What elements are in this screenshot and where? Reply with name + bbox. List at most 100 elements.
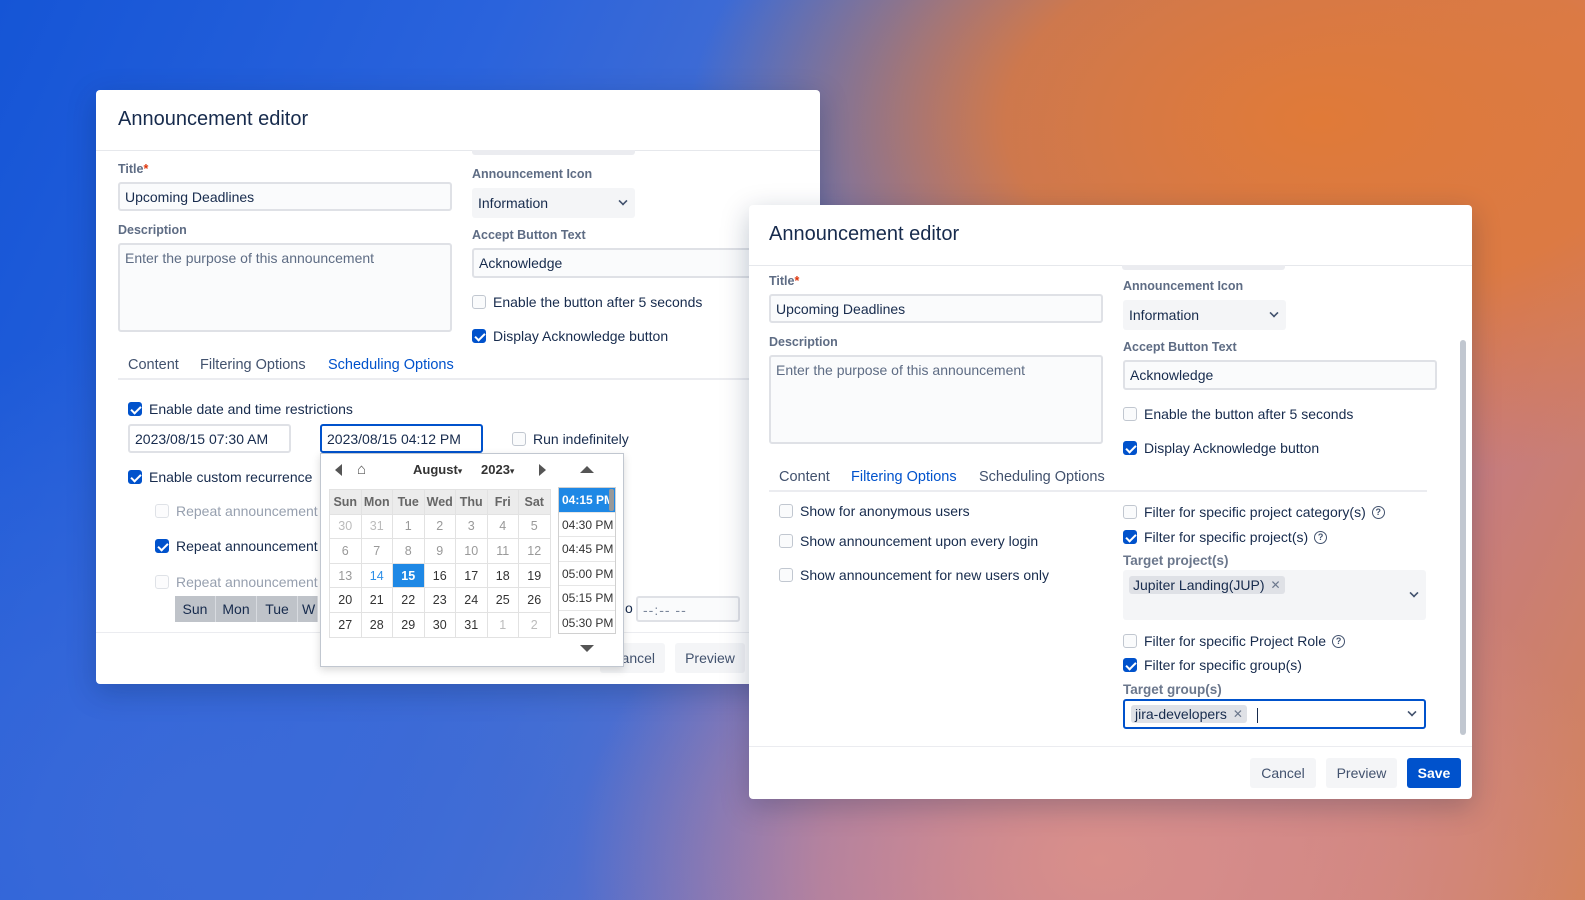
start-date-input[interactable]: 2023/08/15 07:30 AM — [128, 424, 291, 453]
title-input[interactable]: Upcoming Deadlines — [769, 294, 1103, 323]
cancel-button[interactable]: Cancel — [1250, 758, 1316, 788]
help-icon[interactable]: ? — [1332, 634, 1346, 648]
anonymous-users-checkbox[interactable]: Show for anonymous users — [779, 503, 970, 519]
calendar-day[interactable]: 11 — [486, 538, 519, 564]
repeat-option-3[interactable]: Repeat announcement — [155, 574, 318, 590]
home-icon[interactable]: ⌂ — [357, 461, 366, 478]
remove-tag-icon[interactable]: ✕ — [1271, 577, 1281, 593]
year-selector[interactable]: 2023▾ — [481, 462, 514, 477]
help-icon[interactable]: ? — [1314, 530, 1328, 544]
month-selector[interactable]: August▾ — [413, 462, 462, 477]
time-scroll-down-icon[interactable] — [580, 645, 594, 652]
calendar-day[interactable]: 27 — [329, 611, 362, 638]
title-input[interactable]: Upcoming Deadlines — [118, 182, 452, 211]
preview-button[interactable]: Preview — [675, 643, 745, 673]
filter-group-checkbox[interactable]: Filter for specific group(s) — [1123, 657, 1302, 673]
calendar-day[interactable]: 9 — [423, 538, 456, 564]
tab-scheduling[interactable]: Scheduling Options — [328, 357, 454, 380]
calendar-day[interactable]: 12 — [518, 538, 551, 564]
calendar-day[interactable]: 23 — [423, 587, 456, 613]
calendar-day[interactable]: 7 — [360, 538, 393, 564]
description-textarea[interactable]: Enter the purpose of this announcement — [118, 243, 452, 332]
calendar-day[interactable]: 2 — [518, 611, 551, 638]
calendar-day[interactable]: 1 — [486, 611, 519, 638]
announcement-icon-select[interactable]: Information — [472, 188, 635, 218]
display-ack-checkbox[interactable]: Display Acknowledge button — [472, 328, 668, 344]
time-option[interactable]: 04:45 PM — [559, 537, 615, 562]
prev-month-icon[interactable] — [335, 464, 342, 476]
calendar-day[interactable]: 15 — [392, 562, 425, 589]
calendar-day[interactable]: 26 — [518, 587, 551, 613]
time-option[interactable]: 04:15 PM — [559, 488, 615, 513]
accept-button-input[interactable]: Acknowledge — [1123, 360, 1437, 390]
tab-filtering[interactable]: Filtering Options — [851, 469, 957, 492]
enable-recurrence-checkbox[interactable]: Enable custom recurrence — [128, 469, 312, 485]
calendar-day[interactable]: 6 — [329, 538, 362, 564]
calendar-day[interactable]: 30 — [423, 611, 456, 638]
calendar-day[interactable]: 2 — [423, 513, 456, 540]
description-textarea[interactable]: Enter the purpose of this announcement — [769, 355, 1103, 444]
calendar-day[interactable]: 3 — [455, 513, 488, 540]
calendar-day[interactable]: 31 — [455, 611, 488, 638]
enable-after-checkbox[interactable]: Enable the button after 5 seconds — [472, 294, 702, 310]
preview-button[interactable]: Preview — [1326, 758, 1397, 788]
repeat-option-2[interactable]: Repeat announcement — [155, 538, 318, 554]
remove-tag-icon[interactable]: ✕ — [1233, 706, 1243, 722]
calendar-day[interactable]: 1 — [392, 513, 425, 540]
calendar-day[interactable]: 4 — [486, 513, 519, 540]
tab-content[interactable]: Content — [128, 357, 179, 373]
target-projects-select[interactable]: Jupiter Landing(JUP) ✕ — [1123, 570, 1426, 620]
calendar-day[interactable]: 25 — [486, 587, 519, 613]
calendar-day[interactable]: 21 — [360, 587, 393, 613]
dialog-scrollbar-thumb[interactable] — [1460, 340, 1466, 735]
calendar-day[interactable]: 17 — [455, 562, 488, 589]
run-indefinitely-checkbox[interactable]: Run indefinitely — [512, 431, 629, 447]
announcement-icon-select[interactable]: Information — [1123, 300, 1286, 330]
filter-role-checkbox[interactable]: Filter for specific Project Role? — [1123, 633, 1346, 649]
every-login-checkbox[interactable]: Show announcement upon every login — [779, 533, 1038, 549]
weekday-sun[interactable]: Sun — [175, 596, 216, 622]
tab-content[interactable]: Content — [779, 469, 830, 485]
weekday-mon[interactable]: Mon — [216, 596, 257, 622]
calendar-day[interactable]: 8 — [392, 538, 425, 564]
accept-button-input[interactable]: Acknowledge — [472, 248, 762, 278]
help-icon[interactable]: ? — [1371, 505, 1385, 519]
chevron-down-icon — [1269, 308, 1279, 318]
end-time-input[interactable]: --:-- -- — [636, 596, 740, 622]
end-date-input[interactable]: 2023/08/15 04:12 PM — [320, 424, 483, 453]
time-option[interactable]: 05:00 PM — [559, 562, 615, 586]
display-ack-checkbox[interactable]: Display Acknowledge button — [1123, 440, 1319, 456]
calendar-day[interactable]: 14 — [360, 562, 393, 589]
calendar-day[interactable]: 22 — [392, 587, 425, 613]
calendar-day[interactable]: 18 — [486, 562, 519, 589]
enable-date-checkbox[interactable]: Enable date and time restrictions — [128, 401, 353, 417]
calendar-day[interactable]: 5 — [518, 513, 551, 540]
weekday-tue[interactable]: Tue — [257, 596, 298, 622]
calendar-day[interactable]: 24 — [455, 587, 488, 613]
next-month-icon[interactable] — [539, 464, 546, 476]
target-groups-select[interactable]: jira-developers ✕ — [1123, 699, 1426, 729]
calendar-day[interactable]: 10 — [455, 538, 488, 564]
repeat-option-1[interactable]: Repeat announcement — [155, 503, 318, 519]
new-users-checkbox[interactable]: Show announcement for new users only — [779, 567, 1049, 583]
tab-filtering[interactable]: Filtering Options — [200, 357, 306, 373]
tab-scheduling[interactable]: Scheduling Options — [979, 469, 1105, 485]
calendar-day[interactable]: 29 — [392, 611, 425, 638]
filter-project-checkbox[interactable]: Filter for specific project(s)? — [1123, 529, 1328, 545]
time-scroll-up-icon[interactable] — [580, 466, 594, 473]
time-option[interactable]: 05:30 PM — [559, 611, 615, 634]
save-button[interactable]: Save — [1407, 758, 1461, 788]
time-option[interactable]: 04:30 PM — [559, 513, 615, 537]
calendar-day[interactable]: 31 — [360, 513, 393, 540]
time-scrollbar[interactable] — [609, 489, 614, 511]
calendar-day[interactable]: 16 — [423, 562, 456, 589]
calendar-day[interactable]: 20 — [329, 587, 362, 613]
weekday-wed[interactable]: W — [298, 596, 318, 622]
calendar-day[interactable]: 30 — [329, 513, 362, 540]
enable-after-checkbox[interactable]: Enable the button after 5 seconds — [1123, 406, 1353, 422]
filter-category-checkbox[interactable]: Filter for specific project category(s)? — [1123, 504, 1385, 520]
calendar-day[interactable]: 13 — [329, 562, 362, 589]
calendar-day[interactable]: 19 — [518, 562, 551, 589]
calendar-day[interactable]: 28 — [360, 611, 393, 638]
time-option[interactable]: 05:15 PM — [559, 586, 615, 611]
